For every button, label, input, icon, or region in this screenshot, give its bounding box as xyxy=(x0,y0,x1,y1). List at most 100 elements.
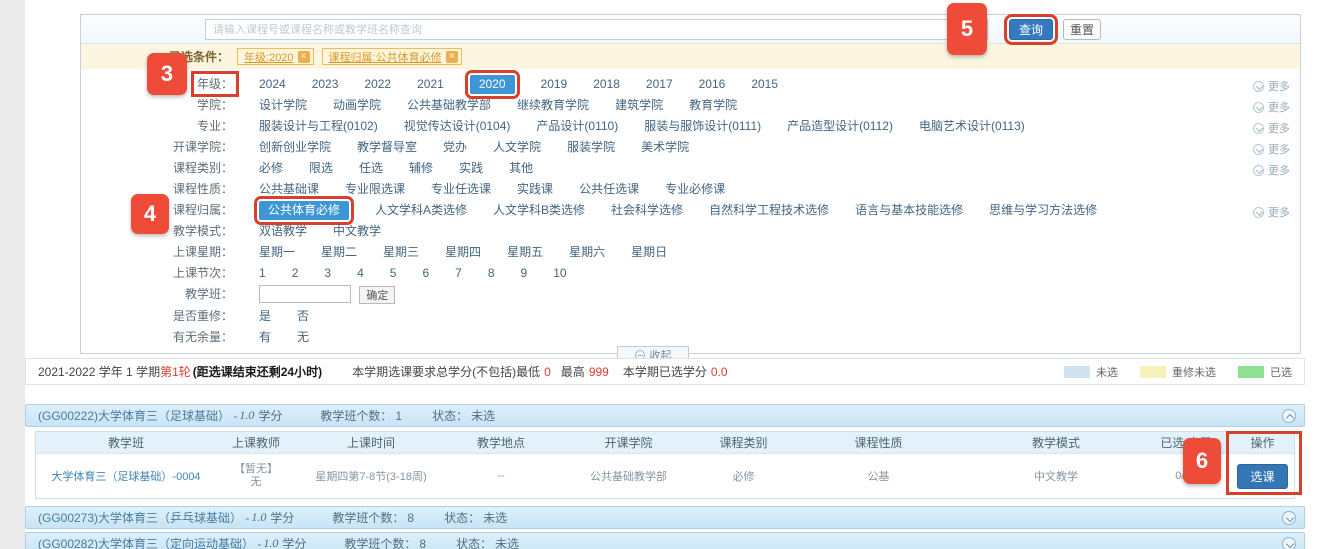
filter-label-text: 是否重修： xyxy=(173,309,233,323)
filter-option[interactable]: 服装学院 xyxy=(567,138,615,157)
filter-option[interactable]: 星期五 xyxy=(507,243,543,262)
filter-option[interactable]: 有 xyxy=(259,328,271,347)
filter-option[interactable]: 2024 xyxy=(259,75,286,94)
chevron-up-icon[interactable] xyxy=(1282,409,1296,423)
filter-option[interactable]: 4 xyxy=(357,264,364,283)
remove-tag-icon[interactable]: × xyxy=(446,51,458,63)
filter-option[interactable]: 2015 xyxy=(751,75,778,94)
more-link[interactable]: 更多 xyxy=(1253,99,1290,115)
filter-option[interactable]: 2020 xyxy=(470,75,515,94)
course-group-title: (GG00273)大学体育三（乒乓球基础） - xyxy=(38,509,249,526)
condition-tag-grade[interactable]: 年级:2020 × xyxy=(237,48,314,65)
condition-tag-course-attribution[interactable]: 课程归属:公共体育必修 × xyxy=(322,48,462,65)
filter-option[interactable]: 星期一 xyxy=(259,243,295,262)
reset-button[interactable]: 重置 xyxy=(1063,19,1101,40)
course-credit: 1.0 xyxy=(239,408,254,423)
filter-option[interactable]: 2023 xyxy=(312,75,339,94)
credit-requirement-label: 本学期选课要求总学分(不包括)最低 xyxy=(352,363,540,380)
filter-option[interactable]: 是 xyxy=(259,307,271,326)
filter-option[interactable]: 中文教学 xyxy=(333,222,381,241)
filter-option[interactable]: 双语教学 xyxy=(259,222,307,241)
filter-option[interactable]: 公共任选课 xyxy=(579,180,639,199)
filter-option[interactable]: 专业必修课 xyxy=(665,180,725,199)
query-button[interactable]: 查询 xyxy=(1009,19,1053,40)
filter-option[interactable]: 人文学科B类选修 xyxy=(493,201,585,220)
filter-option[interactable]: 9 xyxy=(521,264,528,283)
course-group-header-orienteering[interactable]: (GG00282)大学体育三（定向运动基础） - 1.0 学分 教学班个数： 8… xyxy=(25,532,1305,549)
search-input[interactable] xyxy=(205,19,988,40)
filter-option[interactable]: 自然科学工程技术选修 xyxy=(709,201,829,220)
filter-option[interactable]: 专业任选课 xyxy=(431,180,491,199)
filter-option[interactable]: 设计学院 xyxy=(259,96,307,115)
filter-option[interactable]: 2018 xyxy=(593,75,620,94)
filter-option[interactable]: 创新创业学院 xyxy=(259,138,331,157)
filter-option[interactable]: 建筑学院 xyxy=(615,96,663,115)
filter-option[interactable]: 思维与学习方法选修 xyxy=(989,201,1097,220)
filter-option[interactable]: 限选 xyxy=(309,159,333,178)
more-link[interactable]: 更多 xyxy=(1253,141,1290,157)
filter-option[interactable]: 教育学院 xyxy=(689,96,737,115)
course-group-header-football[interactable]: (GG00222)大学体育三（足球基础） - 1.0 学分 教学班个数： 1 状… xyxy=(25,404,1305,427)
chevron-down-icon[interactable] xyxy=(1282,537,1296,549)
filter-option[interactable]: 人文学院 xyxy=(493,138,541,157)
filter-option[interactable]: 美术学院 xyxy=(641,138,689,157)
filter-option[interactable]: 产品设计(0110) xyxy=(536,117,618,136)
filter-option[interactable]: 星期四 xyxy=(445,243,481,262)
filter-option[interactable]: 6 xyxy=(422,264,429,283)
filter-option[interactable]: 人文学科A类选修 xyxy=(375,201,467,220)
filter-option[interactable]: 2017 xyxy=(646,75,673,94)
filter-option[interactable]: 10 xyxy=(553,264,566,283)
filter-option[interactable]: 星期三 xyxy=(383,243,419,262)
filter-option[interactable]: 无 xyxy=(297,328,309,347)
confirm-button[interactable]: 确定 xyxy=(359,286,395,304)
filter-option[interactable]: 公共基础课 xyxy=(259,180,319,199)
filter-option[interactable]: 实践 xyxy=(459,159,483,178)
filter-option[interactable]: 继续教育学院 xyxy=(517,96,589,115)
filter-option[interactable]: 其他 xyxy=(509,159,533,178)
filter-option[interactable]: 公共体育必修 xyxy=(259,201,349,220)
filter-option[interactable]: 专业限选课 xyxy=(345,180,405,199)
filter-label: 开课学院： xyxy=(81,138,249,157)
filter-option[interactable]: 任选 xyxy=(359,159,383,178)
course-category: 必修 xyxy=(701,468,786,484)
filter-option[interactable]: 语言与基本技能选修 xyxy=(855,201,963,220)
filter-option[interactable]: 星期日 xyxy=(631,243,667,262)
remove-tag-icon[interactable]: × xyxy=(298,51,310,63)
class-name-link[interactable]: 大学体育三（足球基础）-0004 xyxy=(36,468,216,484)
class-table-row: 大学体育三（足球基础）-0004 【暂无】 无 星期四第7-8节(3-18周) … xyxy=(36,454,1294,498)
filter-option[interactable]: 否 xyxy=(297,307,309,326)
filter-option[interactable]: 3 xyxy=(324,264,331,283)
filter-option[interactable]: 党办 xyxy=(443,138,467,157)
filter-option[interactable]: 必修 xyxy=(259,159,283,178)
filter-option[interactable]: 7 xyxy=(455,264,462,283)
filter-option[interactable]: 星期六 xyxy=(569,243,605,262)
filter-option[interactable]: 公共基础教学部 xyxy=(407,96,491,115)
filter-option[interactable]: 2019 xyxy=(541,75,568,94)
filter-option[interactable]: 1 xyxy=(259,264,266,283)
filter-option[interactable]: 2 xyxy=(292,264,299,283)
filter-option[interactable]: 2022 xyxy=(364,75,391,94)
more-link[interactable]: 更多 xyxy=(1253,204,1290,220)
filter-option[interactable]: 动画学院 xyxy=(333,96,381,115)
filter-option[interactable]: 社会科学选修 xyxy=(611,201,683,220)
filter-option[interactable]: 2021 xyxy=(417,75,444,94)
filter-option[interactable]: 电脑艺术设计(0113) xyxy=(919,117,1025,136)
filter-option[interactable]: 视觉传达设计(0104) xyxy=(404,117,511,136)
filter-option[interactable]: 教学督导室 xyxy=(357,138,417,157)
more-link[interactable]: 更多 xyxy=(1253,120,1290,136)
filter-option[interactable]: 星期二 xyxy=(321,243,357,262)
filter-option[interactable]: 2016 xyxy=(699,75,726,94)
filter-option[interactable]: 产品造型设计(0112) xyxy=(787,117,893,136)
teaching-class-input[interactable] xyxy=(259,285,351,303)
filter-option[interactable]: 辅修 xyxy=(409,159,433,178)
course-group-header-pingpong[interactable]: (GG00273)大学体育三（乒乓球基础） - 1.0 学分 教学班个数： 8 … xyxy=(25,506,1305,529)
filter-option[interactable]: 服装与服饰设计(0111) xyxy=(644,117,761,136)
filter-row: 开课学院： 创新创业学院 教学督导室 党办 人文学院 服装学院 美术学院 更多 xyxy=(81,137,1300,158)
filter-option[interactable]: 实践课 xyxy=(517,180,553,199)
more-link[interactable]: 更多 xyxy=(1253,78,1290,94)
more-link[interactable]: 更多 xyxy=(1253,162,1290,178)
filter-option[interactable]: 5 xyxy=(390,264,397,283)
filter-option[interactable]: 8 xyxy=(488,264,495,283)
chevron-down-icon[interactable] xyxy=(1282,511,1296,525)
filter-option[interactable]: 服装设计与工程(0102) xyxy=(259,117,378,136)
